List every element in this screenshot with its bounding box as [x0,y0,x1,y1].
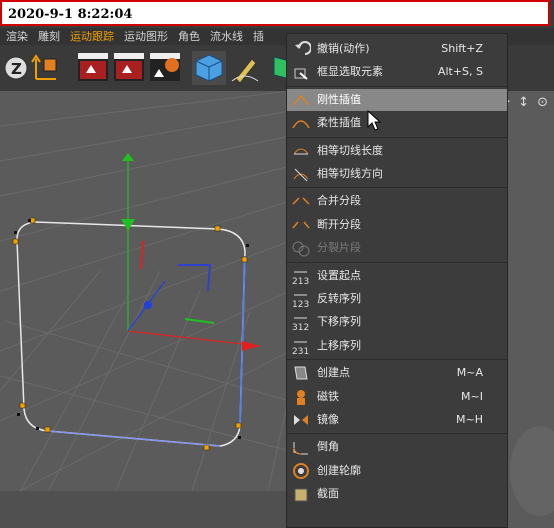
menu-item-label: 相等切线方向 [317,167,383,180]
timestamp-label: 2020-9-1 8:22:04 [0,0,550,26]
pen-icon[interactable] [228,51,262,85]
menu-item-label: 柔性插值 [317,116,361,130]
menu-item-label: 磁铁 [317,389,339,403]
menu-item-shortcut: M~A [456,366,483,380]
equal-tangent-direction-icon [291,165,311,183]
create-point-icon [291,364,311,382]
menu-item-label: 合并分段 [317,194,361,208]
menu-item-label: 截面 [317,487,339,501]
menubar-item[interactable]: 运动图形 [124,28,168,45]
svg-text:231: 231 [292,347,309,355]
menu-item[interactable]: 断开分段 [287,214,507,236]
explode-segments-icon [291,239,311,257]
set-first-point-icon: 213 [291,267,311,287]
cross-section-icon [291,485,311,503]
menubar-item[interactable]: 运动跟踪 [70,28,114,45]
svg-text:Z: Z [11,60,22,78]
render-settings-icon[interactable] [148,51,182,85]
menu-item-label: 镜像 [317,413,339,426]
menu-item-shortcut: M~H [456,413,483,426]
menu-item[interactable]: 框显选取元素 Alt+S, S [287,61,507,83]
menu-item-shortcut: Shift+Z [441,42,483,55]
menu-item[interactable]: 撤销(动作) Shift+Z [287,38,507,60]
menu-item-label: 创建点 [317,366,350,380]
spline-shape [12,217,249,451]
menu-item[interactable]: 相等切线长度 [287,140,507,162]
create-outline-icon [291,462,311,480]
svg-text:312: 312 [292,323,309,331]
menu-item-shortcut: Alt+S, S [437,65,483,79]
menu-item[interactable]: 分裂片段 [287,237,507,259]
equal-tangent-length-icon [291,142,311,160]
menu-item-label: 刚性插值 [317,92,361,106]
chamfer-icon [291,438,311,456]
undo-icon [291,40,312,58]
menubar-item[interactable]: 角色 [178,28,200,45]
menu-item[interactable]: 镜像 M~H [287,409,507,431]
frame-selection-icon [291,63,311,81]
menu-item-label: 断开分段 [317,217,361,231]
menu-item[interactable]: 刚性插值 [287,88,507,111]
menu-item-label: 分裂片段 [317,241,361,255]
hard-interpolation-icon [291,91,311,109]
join-segment-icon [291,192,311,210]
menu-item[interactable]: 312 下移序列 [287,311,507,333]
break-segment-icon [291,216,311,234]
menu-separator [287,261,507,263]
menu-separator [287,433,507,435]
menu-item[interactable]: 213 设置起点 [287,265,507,287]
menu-item-label: 反转序列 [317,292,361,305]
move-up-sequence-icon: 231 [291,337,311,357]
menu-item-label: 创建轮廓 [317,463,361,477]
menu-separator [287,136,507,138]
menu-item[interactable]: 创建轮廓 [287,460,507,482]
axis-gizmo [121,153,261,351]
menu-separator [287,187,507,189]
menu-item[interactable]: 123 反转序列 [287,288,507,310]
soft-interpolation-icon [291,114,311,132]
move-down-sequence-icon: 312 [291,313,311,333]
menu-item-shortcut: M~I [461,389,483,403]
menu-item-label: 框显选取元素 [317,65,383,79]
mouse-cursor-icon [367,110,382,131]
context-menu: 撤销(动作) Shift+Z 框显选取元素 Alt+S, S 刚性插值柔性插值相等切线长… [286,33,508,528]
coordinate-system-icon[interactable] [30,51,64,85]
menu-item[interactable]: 创建点 M~A [287,362,507,384]
menu-separator [287,359,507,361]
reverse-sequence-icon: 123 [291,290,311,310]
svg-text:123: 123 [292,300,309,308]
magnet-icon [291,388,311,406]
menu-item[interactable]: 231 上移序列 [287,335,507,357]
menu-item[interactable]: 截面 [287,483,507,505]
menubar-item[interactable]: 雕刻 [38,28,60,45]
menubar-item[interactable]: 插 [253,28,264,45]
svg-text:213: 213 [292,277,309,285]
menu-item[interactable]: 柔性插值 [287,112,507,134]
mirror-icon [291,411,311,429]
cube-icon[interactable] [192,51,226,85]
menu-item[interactable]: 磁铁 M~I [287,386,507,408]
menubar-item[interactable]: 渲染 [6,28,28,45]
menu-item-label: 上移序列 [317,338,361,352]
render-view-icon[interactable] [76,51,110,85]
render-picture-icon[interactable] [112,51,146,85]
menu-item[interactable]: 相等切线方向 [287,163,507,185]
menu-separator [287,85,507,87]
menu-item[interactable]: 合并分段 [287,190,507,212]
menubar-item[interactable]: 流水线 [210,28,243,45]
menu-item-label: 相等切线长度 [317,143,383,157]
menu-item-label: 设置起点 [317,268,361,282]
menu-item-label: 下移序列 [317,315,361,329]
menu-item-label: 撤销(动作) [317,42,370,55]
menu-item[interactable]: 倒角 [287,436,507,458]
menu-item-label: 倒角 [317,440,339,454]
